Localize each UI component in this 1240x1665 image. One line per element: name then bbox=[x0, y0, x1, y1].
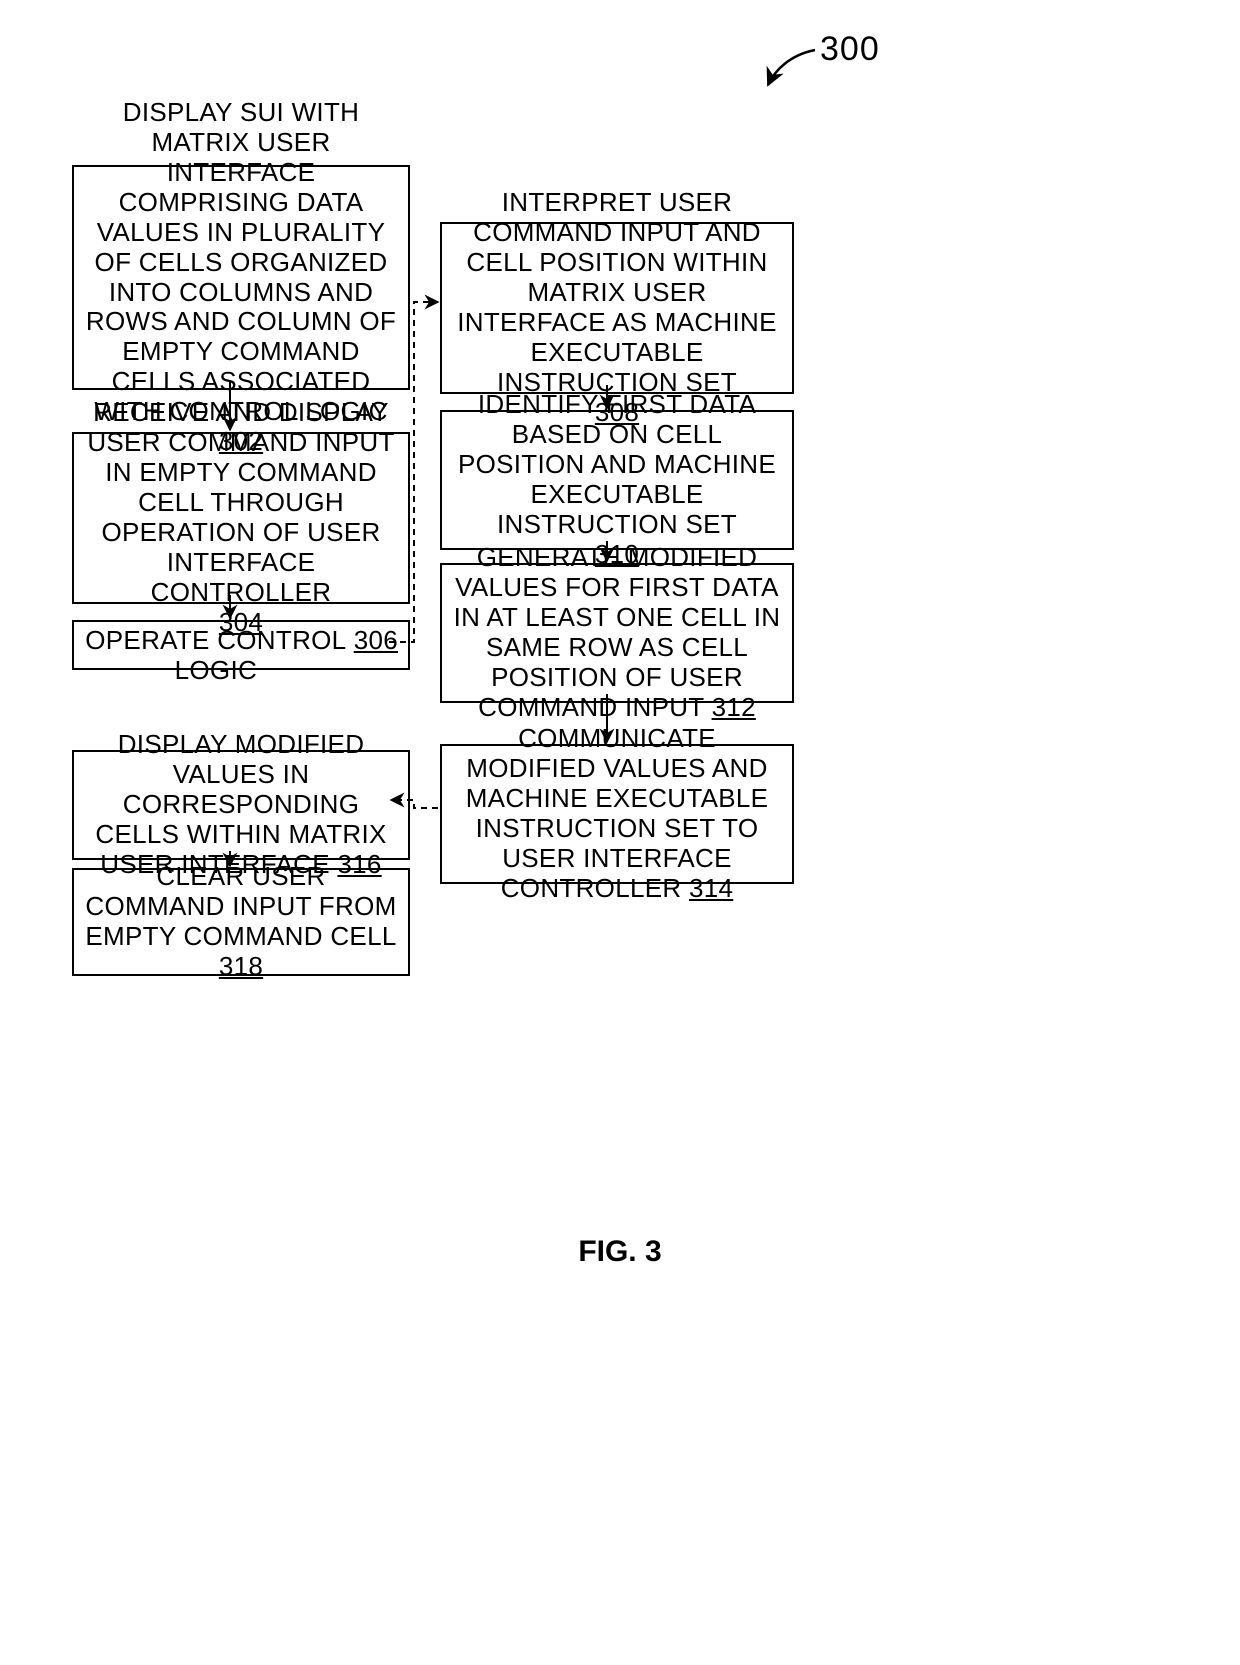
step-306: OPERATE CONTROL LOGIC 306 bbox=[72, 620, 410, 670]
step-304-text: RECEIVE AND DISPLAY USER COMMAND INPUT I… bbox=[84, 398, 398, 607]
step-318: CLEAR USER COMMAND INPUT FROM EMPTY COMM… bbox=[72, 868, 410, 976]
step-318-text: CLEAR USER COMMAND INPUT FROM EMPTY COMM… bbox=[84, 862, 398, 952]
step-308: INTERPRET USER COMMAND INPUT AND CELL PO… bbox=[440, 222, 794, 394]
step-316: DISPLAY MODIFIED VALUES IN CORRESPONDING… bbox=[72, 750, 410, 860]
step-310: IDENTIFY FIRST DATA BASED ON CELL POSITI… bbox=[440, 410, 794, 550]
step-310-text: IDENTIFY FIRST DATA BASED ON CELL POSITI… bbox=[452, 390, 782, 539]
step-314: COMMUNICATE MODIFIED VALUES AND MACHINE … bbox=[440, 744, 794, 884]
step-306-text: OPERATE CONTROL LOGIC bbox=[84, 626, 348, 664]
step-304: RECEIVE AND DISPLAY USER COMMAND INPUT I… bbox=[72, 432, 410, 604]
step-302-text: DISPLAY SUI WITH MATRIX USER INTERFACE C… bbox=[84, 98, 398, 427]
step-312-ref: 312 bbox=[712, 692, 756, 722]
figure-number-label: 300 bbox=[820, 30, 880, 69]
step-318-ref: 318 bbox=[84, 952, 398, 982]
step-302: DISPLAY SUI WITH MATRIX USER INTERFACE C… bbox=[72, 165, 410, 390]
step-308-text: INTERPRET USER COMMAND INPUT AND CELL PO… bbox=[452, 188, 782, 397]
figure-caption: FIG. 3 bbox=[0, 1235, 1240, 1269]
step-314-ref: 314 bbox=[689, 873, 733, 903]
step-306-ref: 306 bbox=[354, 626, 398, 664]
step-312: GENERATE MODIFIED VALUES FOR FIRST DATA … bbox=[440, 563, 794, 703]
flowchart-page: 300 DISPLAY SUI WITH MATRIX USER INTERFA… bbox=[0, 0, 1240, 1665]
